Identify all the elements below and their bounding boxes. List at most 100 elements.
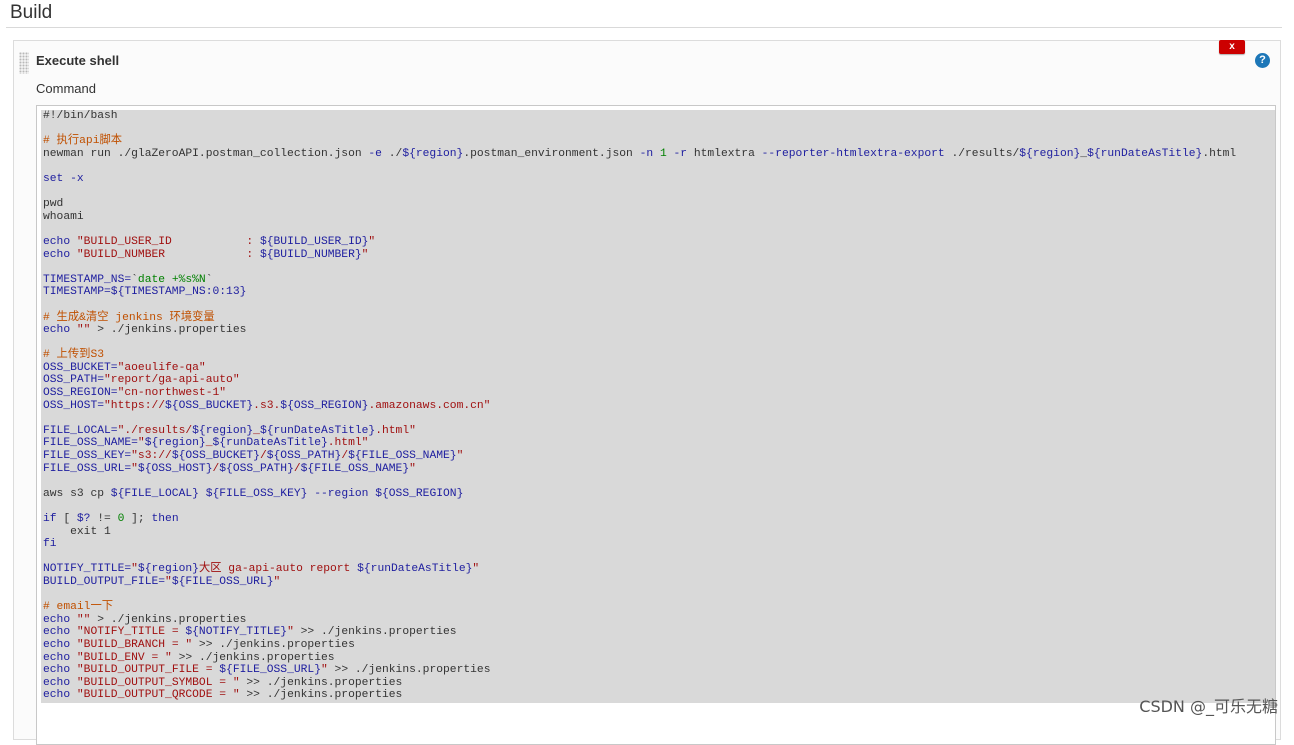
code-token: "s3:// xyxy=(131,450,172,463)
code-line: aws s3 cp ${FILE_LOCAL} ${FILE_OSS_KEY} … xyxy=(43,488,1236,501)
code-token: echo xyxy=(43,689,77,702)
code-token: ${runDateAsTitle} xyxy=(1087,147,1203,160)
code-token: TIMESTAMP_NS= xyxy=(43,273,132,286)
code-token: "https:// xyxy=(104,399,166,412)
code-token: echo xyxy=(43,664,77,677)
code-token: ${runDateAsTitle} xyxy=(212,437,328,450)
code-token: >> ./jenkins.properties xyxy=(327,664,491,677)
code-token: " xyxy=(361,248,369,261)
code-line: # 执行api脚本 xyxy=(43,135,1236,148)
code-token: #!/bin/bash xyxy=(43,110,118,122)
code-line: echo "NOTIFY_TITLE = ${NOTIFY_TITLE}" >>… xyxy=(43,626,1236,639)
code-token: fi xyxy=(43,538,57,551)
code-lines: #!/bin/bash # 执行api脚本 newman run ./glaZer… xyxy=(43,110,1236,702)
code-token: # 执行api脚本 xyxy=(43,135,123,148)
code-line: #!/bin/bash xyxy=(43,110,1236,123)
command-textarea[interactable]: #!/bin/bash # 执行api脚本 newman run ./glaZer… xyxy=(36,105,1276,745)
code-token: " xyxy=(131,563,138,576)
code-token: ${FILE_OSS_NAME} xyxy=(348,450,457,463)
code-line: newman run ./glaZeroAPI.postman_collecti… xyxy=(43,148,1236,161)
code-token: "cn-northwest-1" xyxy=(117,387,227,400)
code-line: # 生成&清空 jenkins 环境变量 xyxy=(43,312,1236,325)
code-line: whoami xyxy=(43,211,1236,224)
code-token: echo xyxy=(43,651,77,664)
code-line: echo "BUILD_BRANCH = " >> ./jenkins.prop… xyxy=(43,639,1236,652)
code-token: .html xyxy=(1202,147,1237,160)
code-token: >> ./jenkins.properties xyxy=(171,651,335,664)
code-token: OSS_REGION= xyxy=(43,387,118,400)
code-token: " xyxy=(287,626,294,639)
code-token: ${OSS_REGION} xyxy=(375,487,464,500)
code-token: " xyxy=(368,235,376,248)
code-line: echo "BUILD_OUTPUT_SYMBOL = " >> ./jenki… xyxy=(43,677,1236,690)
code-token: ${runDateAsTitle} xyxy=(357,563,473,576)
code-token: "BUILD_ENV = " xyxy=(76,651,172,664)
code-token: != xyxy=(90,513,118,525)
code-token: htmlextra xyxy=(687,147,762,160)
code-token: -n xyxy=(639,147,654,160)
code-token: "BUILD_OUTPUT_SYMBOL = " xyxy=(76,676,240,689)
code-token: >> ./jenkins.properties xyxy=(239,689,403,702)
code-token: " xyxy=(320,664,328,677)
code-token: FILE_OSS_KEY= xyxy=(43,450,132,463)
code-line: exit 1 xyxy=(43,526,1236,539)
code-token: > ./jenkins.properties xyxy=(90,324,247,337)
code-token: newman run ./glaZeroAPI.postman_collecti… xyxy=(43,147,369,160)
watermark: CSDN @_可乐无糖 xyxy=(1139,697,1278,716)
section-title: Build xyxy=(10,2,53,23)
section-divider xyxy=(6,27,1282,28)
code-token: ${FILE_OSS_URL} xyxy=(171,575,274,588)
drag-handle-icon[interactable] xyxy=(19,52,29,74)
code-token: --region xyxy=(314,487,369,500)
delete-step-button[interactable]: x xyxy=(1219,40,1245,54)
code-line: fi xyxy=(43,538,1236,551)
code-token: ${region} xyxy=(137,563,199,576)
code-token: 1 xyxy=(659,147,667,160)
code-token: ]; xyxy=(124,513,152,525)
code-token: ${FILE_OSS_URL} xyxy=(219,664,321,677)
step-title: Execute shell xyxy=(36,53,120,68)
code-token: # email一下 xyxy=(43,601,114,614)
code-token: date +%s%N xyxy=(137,273,206,286)
help-icon[interactable]: ? xyxy=(1255,53,1270,68)
code-token: " xyxy=(131,462,138,475)
code-token: exit 1 xyxy=(43,525,111,538)
code-token: "BUILD_OUTPUT_FILE = xyxy=(76,664,220,677)
code-token: >> ./jenkins.properties xyxy=(293,626,457,639)
code-token: " xyxy=(165,575,172,588)
code-token: echo xyxy=(43,638,77,651)
code-line: OSS_BUCKET="aoeulife-qa" xyxy=(43,362,1236,375)
code-token: "" xyxy=(76,324,91,337)
code-token: ./ xyxy=(381,147,403,160)
code-token: FILE_LOCAL= xyxy=(43,424,118,437)
code-line: NOTIFY_TITLE="${region}大区 ga-api-auto re… xyxy=(43,563,1236,576)
code-token: ${region} xyxy=(402,147,464,160)
code-token: "NOTIFY_TITLE = xyxy=(76,626,186,639)
code-token: "./results/ xyxy=(117,424,193,437)
code-token: / xyxy=(259,450,267,463)
code-token: then xyxy=(151,513,179,525)
code-line: TIMESTAMP_NS=`date +%s%N` xyxy=(43,274,1236,287)
code-token: ` xyxy=(131,273,138,286)
code-token: " xyxy=(137,437,145,450)
code-line: echo "BUILD_NUMBER : ${BUILD_NUMBER}" xyxy=(43,249,1236,262)
code-token: .html" xyxy=(327,437,369,450)
code-token: "BUILD_BRANCH = " xyxy=(76,638,193,651)
code-token: ${FILE_OSS_NAME} xyxy=(300,462,410,475)
code-token: echo xyxy=(43,235,77,248)
code-token: ${runDateAsTitle} xyxy=(259,424,376,437)
code-line: OSS_PATH="report/ga-api-auto" xyxy=(43,374,1236,387)
code-token: -r xyxy=(673,147,688,160)
code-line: FILE_OSS_URL="${OSS_HOST}/${OSS_PATH}/${… xyxy=(43,463,1236,476)
code-line: # 上传到S3 xyxy=(43,349,1236,362)
code-token: echo xyxy=(43,324,77,337)
code-token: echo xyxy=(43,626,77,639)
